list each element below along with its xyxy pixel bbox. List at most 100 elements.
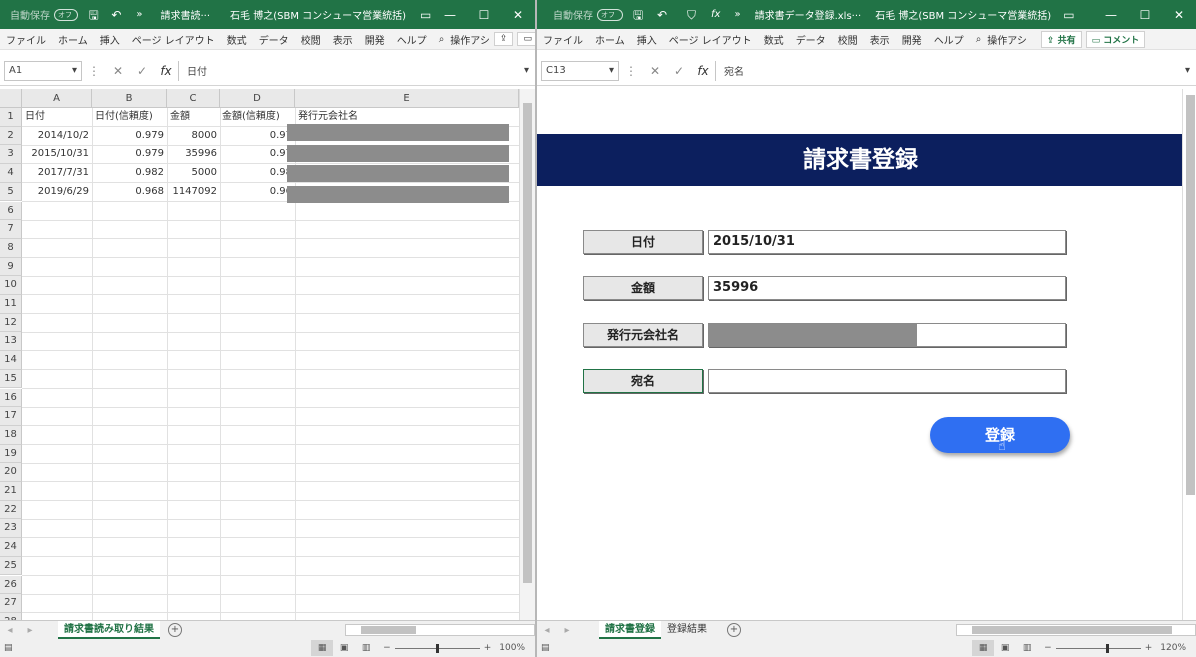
tab-home[interactable]: ホーム xyxy=(52,32,94,47)
tab-review[interactable]: 校閲 xyxy=(295,32,327,47)
ribbon-display-icon[interactable]: ▭ xyxy=(1063,8,1077,22)
row-header[interactable]: 19 xyxy=(0,444,22,464)
zoom-in-icon[interactable]: + xyxy=(484,643,492,653)
row-header[interactable]: 13 xyxy=(0,332,22,352)
row-header[interactable]: 27 xyxy=(0,594,22,613)
formula-options-icon[interactable]: ⋮ xyxy=(82,64,106,78)
tab-formulas[interactable]: 数式 xyxy=(758,32,790,47)
tab-file[interactable]: ファイル xyxy=(537,32,589,47)
scroll-thumb[interactable] xyxy=(523,103,532,583)
cell-amount[interactable]: 35996 xyxy=(167,145,220,163)
cell-date[interactable]: 2019/6/29 xyxy=(22,183,92,201)
cell-amount-confidence[interactable]: 0.97 xyxy=(220,127,295,145)
undo-icon[interactable]: ↶ xyxy=(657,8,671,22)
more-commands-icon[interactable]: » xyxy=(734,9,740,20)
search-icon[interactable]: ⌕ xyxy=(433,34,451,45)
search-icon[interactable]: ⌕ xyxy=(970,34,988,45)
page-break-view-icon[interactable]: ▥ xyxy=(355,640,377,656)
close-icon[interactable]: ✕ xyxy=(501,8,535,22)
col-header-c[interactable]: C xyxy=(167,89,220,108)
cell-amount-confidence[interactable]: 0.98 xyxy=(220,164,295,182)
register-button[interactable]: 登録 ☝ xyxy=(930,417,1070,454)
tab-data[interactable]: データ xyxy=(790,32,832,47)
cell-amount[interactable]: 1147092 xyxy=(167,183,220,201)
h-scroll-thumb[interactable] xyxy=(361,626,416,634)
tab-help[interactable]: ヘルプ xyxy=(928,32,970,47)
row-header[interactable]: 8 xyxy=(0,238,22,258)
check-icon[interactable]: ✓ xyxy=(130,64,154,78)
expand-formula-icon[interactable]: ▾ xyxy=(524,65,531,76)
check-icon[interactable]: ✓ xyxy=(667,64,691,78)
zoom-out-icon[interactable]: − xyxy=(1044,643,1052,653)
zoom-in-icon[interactable]: + xyxy=(1145,643,1153,653)
save-icon[interactable]: 🖫 xyxy=(88,8,101,22)
cell-date[interactable]: 2015/10/31 xyxy=(22,145,92,163)
tab-help[interactable]: ヘルプ xyxy=(391,32,433,47)
normal-view-icon[interactable]: ▦ xyxy=(311,640,334,656)
row-header[interactable]: 6 xyxy=(0,201,22,221)
row-header[interactable]: 28 xyxy=(0,612,22,620)
fx-icon[interactable]: fx xyxy=(711,9,720,20)
add-sheet-icon[interactable]: + xyxy=(168,623,182,637)
maximize-icon[interactable]: ☐ xyxy=(467,8,501,22)
tab-data[interactable]: データ xyxy=(253,32,295,47)
tab-page-layout[interactable]: ページ レイアウト xyxy=(663,32,758,47)
tab-developer[interactable]: 開発 xyxy=(896,32,928,47)
h-scroll-thumb[interactable] xyxy=(972,626,1172,634)
user-name[interactable]: 石毛 博之(SBM コンシューマ営業統括) xyxy=(875,7,1051,22)
tab-insert[interactable]: 挿入 xyxy=(631,32,663,47)
recipient-field[interactable] xyxy=(708,369,1066,393)
row-header[interactable]: 11 xyxy=(0,295,22,314)
sheet-tab-results[interactable]: 登録結果 xyxy=(661,621,713,639)
sheet-nav-next-icon[interactable]: ▸ xyxy=(557,625,577,636)
user-name[interactable]: 石毛 博之(SBM コンシューマ営業統括) xyxy=(230,7,406,22)
cell-date-confidence[interactable]: 0.968 xyxy=(92,183,167,201)
row-header[interactable]: 12 xyxy=(0,313,22,333)
row-header[interactable]: 15 xyxy=(0,369,22,389)
name-box[interactable]: A1 ▾ xyxy=(4,60,82,81)
row-header[interactable]: 2 xyxy=(0,126,22,146)
zoom-level[interactable]: 100% xyxy=(499,643,525,653)
row-header[interactable]: 10 xyxy=(0,276,22,295)
row-header[interactable]: 7 xyxy=(0,220,22,239)
filter-icon[interactable]: ⛉ xyxy=(687,8,701,22)
cell-amount-confidence[interactable]: 0.97 xyxy=(220,145,295,163)
cell-amount[interactable]: 8000 xyxy=(167,127,220,145)
row-header[interactable]: 26 xyxy=(0,575,22,595)
share-icon[interactable]: ⇪ xyxy=(493,32,514,46)
tab-page-layout[interactable]: ページ レイアウト xyxy=(126,32,221,47)
zoom-slider[interactable] xyxy=(394,643,480,653)
row-header[interactable]: 17 xyxy=(0,407,22,426)
row-header[interactable]: 25 xyxy=(0,556,22,576)
formula-input[interactable]: 宛名 ▾ xyxy=(715,60,1192,81)
header-cell-date[interactable]: 日付 xyxy=(25,108,90,126)
horizontal-scrollbar[interactable] xyxy=(345,624,535,636)
sheet-nav-prev-icon[interactable]: ◂ xyxy=(0,625,20,636)
tab-insert[interactable]: 挿入 xyxy=(94,32,126,47)
horizontal-scrollbar[interactable] xyxy=(956,624,1196,636)
chevron-down-icon[interactable]: ▾ xyxy=(72,65,77,76)
undo-icon[interactable]: ↶ xyxy=(111,8,124,22)
page-layout-view-icon[interactable]: ▣ xyxy=(994,640,1016,656)
save-icon[interactable]: 🖫 xyxy=(633,8,647,22)
formula-options-icon[interactable]: ⋮ xyxy=(619,64,643,78)
tell-me-box[interactable]: 操作アシ xyxy=(450,32,490,47)
close-icon[interactable]: ✕ xyxy=(1162,8,1196,22)
row-header[interactable]: 23 xyxy=(0,519,22,539)
sheet-tab-registration[interactable]: 請求書登録 xyxy=(599,620,661,639)
col-header-a[interactable]: A xyxy=(22,89,92,108)
row-header[interactable]: 18 xyxy=(0,425,22,445)
ribbon-display-icon[interactable]: ▭ xyxy=(420,8,433,22)
header-cell-amount-confidence[interactable]: 金額(信頼度) xyxy=(222,108,295,126)
comment-button[interactable]: ▭ コメント xyxy=(1085,30,1146,48)
cell-date-confidence[interactable]: 0.979 xyxy=(92,127,167,145)
col-header-b[interactable]: B xyxy=(92,89,167,108)
cancel-icon[interactable]: ✕ xyxy=(106,64,130,78)
zoom-slider[interactable] xyxy=(1055,643,1141,653)
name-box[interactable]: C13 ▾ xyxy=(541,60,619,81)
tell-me-box[interactable]: 操作アシ xyxy=(987,32,1027,47)
header-cell-date-confidence[interactable]: 日付(信頼度) xyxy=(95,108,167,126)
share-button[interactable]: ⇪ 共有 xyxy=(1040,30,1082,48)
comment-icon[interactable]: ▭ xyxy=(517,32,535,46)
cell-date[interactable]: 2017/7/31 xyxy=(22,164,92,182)
